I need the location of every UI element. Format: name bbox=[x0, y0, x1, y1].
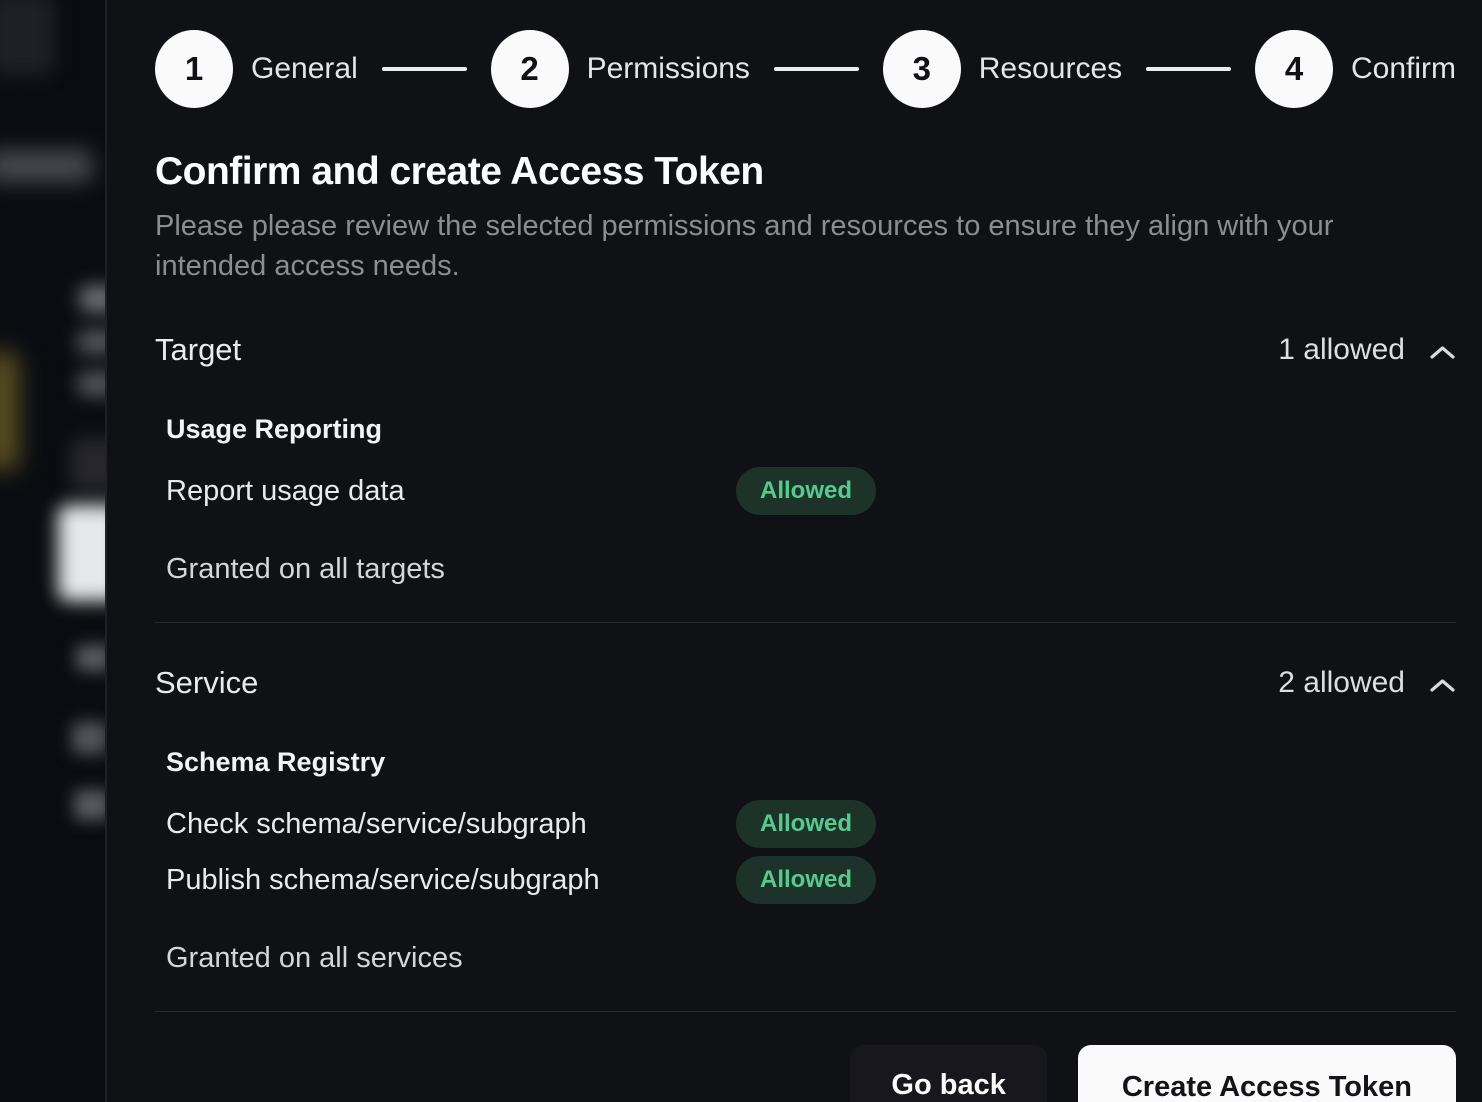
stepper-connector bbox=[382, 67, 467, 71]
step-general[interactable]: 1 General bbox=[155, 30, 358, 108]
status-badge: Allowed bbox=[736, 856, 876, 904]
background-page-strip bbox=[0, 0, 105, 1102]
usage-reporting-group: Usage Reporting Report usage data Allowe… bbox=[155, 414, 1456, 515]
step-confirm[interactable]: 4 Confirm bbox=[1255, 30, 1456, 108]
dialog-footer: Go back Create Access Token bbox=[155, 1045, 1456, 1102]
permission-label: Publish schema/service/subgraph bbox=[166, 864, 736, 897]
stepper-connector bbox=[1146, 67, 1231, 71]
chevron-up-icon bbox=[1429, 677, 1456, 694]
permission-row: Check schema/service/subgraph Allowed bbox=[166, 800, 1456, 848]
blurred-app-logo bbox=[0, 0, 56, 76]
target-granted-note: Granted on all targets bbox=[155, 553, 1456, 586]
step-4-circle: 4 bbox=[1255, 30, 1333, 108]
group-title: Usage Reporting bbox=[166, 414, 1456, 445]
stepper: 1 General 2 Permissions 3 Resources 4 Co… bbox=[155, 30, 1456, 108]
blurred-text-fragment bbox=[72, 722, 108, 754]
page-title: Confirm and create Access Token bbox=[155, 150, 1456, 194]
target-section-title: Target bbox=[155, 332, 241, 368]
status-badge: Allowed bbox=[736, 467, 876, 515]
blurred-nav-text bbox=[0, 150, 92, 182]
status-badge: Allowed bbox=[736, 800, 876, 848]
permission-label: Check schema/service/subgraph bbox=[166, 808, 736, 841]
service-allowed-count: 2 allowed bbox=[1278, 666, 1405, 700]
step-permissions[interactable]: 2 Permissions bbox=[491, 30, 750, 108]
service-section-header: Service 2 allowed bbox=[155, 665, 1456, 701]
create-access-token-dialog: 1 General 2 Permissions 3 Resources 4 Co… bbox=[105, 0, 1482, 1102]
schema-registry-group: Schema Registry Check schema/service/sub… bbox=[155, 747, 1456, 904]
service-granted-note: Granted on all services bbox=[155, 942, 1456, 975]
group-title: Schema Registry bbox=[166, 747, 1456, 778]
step-resources[interactable]: 3 Resources bbox=[883, 30, 1122, 108]
step-1-label: General bbox=[251, 52, 358, 86]
service-section-title: Service bbox=[155, 665, 258, 701]
create-access-token-button[interactable]: Create Access Token bbox=[1078, 1045, 1456, 1102]
step-3-circle: 3 bbox=[883, 30, 961, 108]
service-section-toggle[interactable]: 2 allowed bbox=[1278, 666, 1456, 700]
permission-row: Publish schema/service/subgraph Allowed bbox=[166, 856, 1456, 904]
footer-divider bbox=[155, 1011, 1456, 1012]
dialog-subtitle: Please please review the selected permis… bbox=[155, 206, 1395, 286]
permission-row: Report usage data Allowed bbox=[166, 467, 1456, 515]
target-section-toggle[interactable]: 1 allowed bbox=[1278, 333, 1456, 367]
target-section-header: Target 1 allowed bbox=[155, 332, 1456, 368]
permission-label: Report usage data bbox=[166, 475, 736, 508]
step-3-label: Resources bbox=[979, 52, 1122, 86]
step-4-label: Confirm bbox=[1351, 52, 1456, 86]
step-2-label: Permissions bbox=[587, 52, 750, 86]
step-1-circle: 1 bbox=[155, 30, 233, 108]
target-allowed-count: 1 allowed bbox=[1278, 333, 1405, 367]
section-divider bbox=[155, 622, 1456, 623]
step-2-circle: 2 bbox=[491, 30, 569, 108]
chevron-up-icon bbox=[1429, 344, 1456, 361]
go-back-button[interactable]: Go back bbox=[850, 1045, 1046, 1102]
blurred-accent-element bbox=[0, 352, 18, 470]
stepper-connector bbox=[774, 67, 859, 71]
